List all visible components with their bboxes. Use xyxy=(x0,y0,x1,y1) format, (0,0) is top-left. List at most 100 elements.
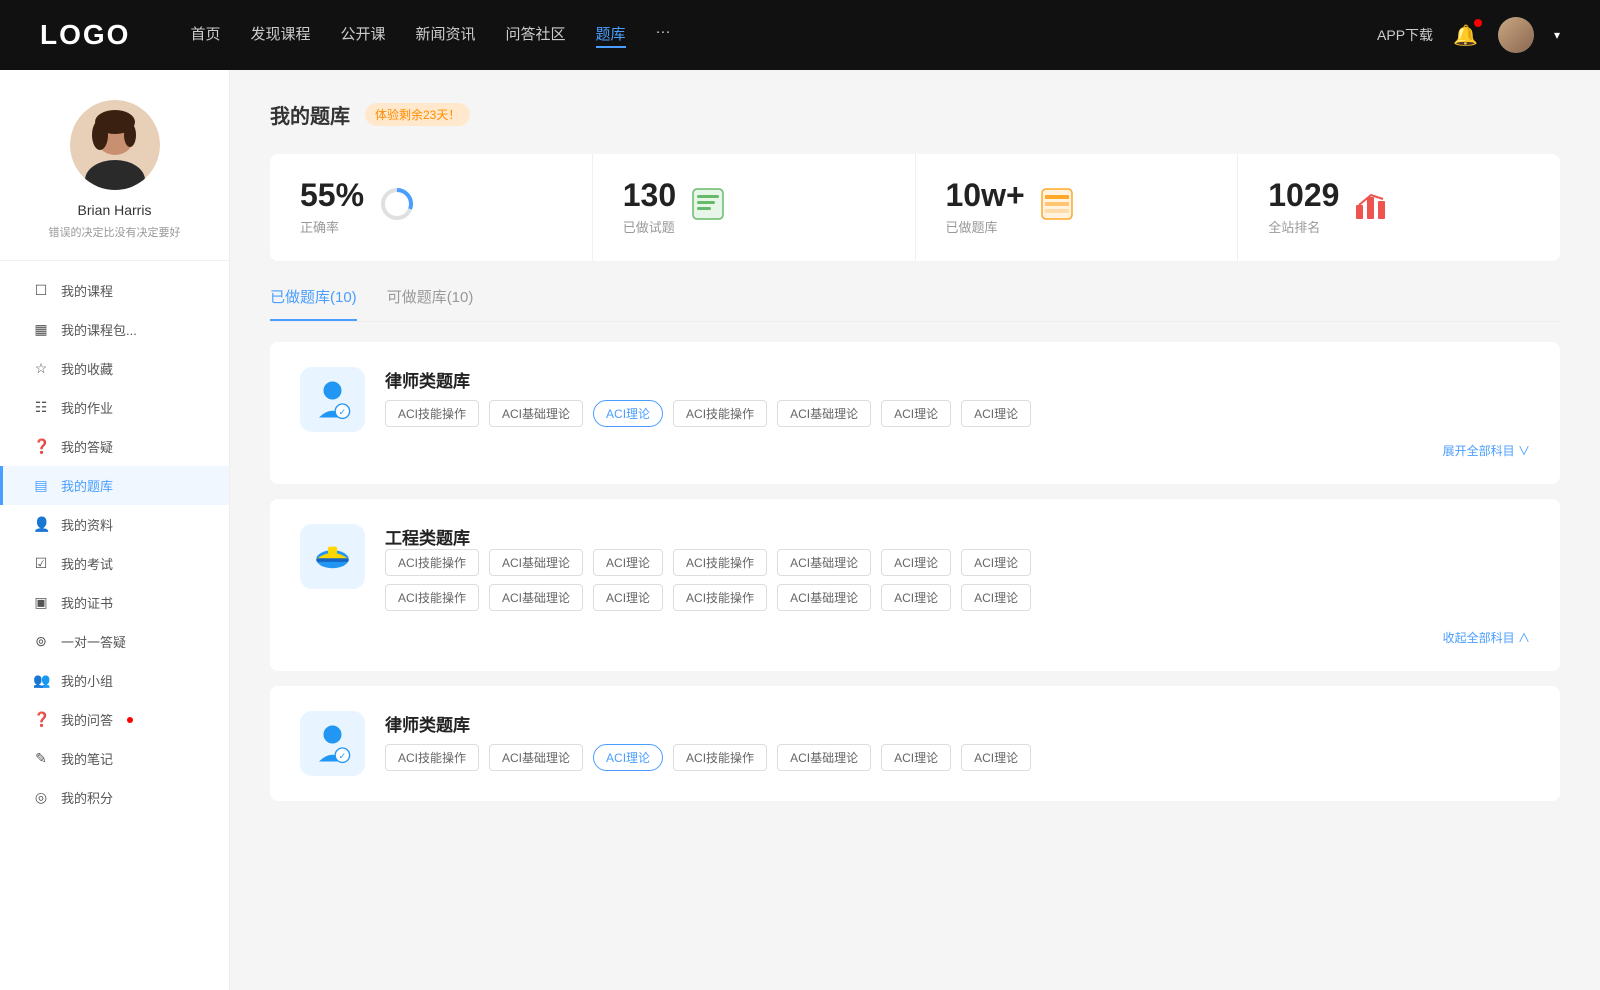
tag-1-11[interactable]: ACI基础理论 xyxy=(777,584,871,611)
main-content: 我的题库 体验剩余23天！ 55% 正确率 130 xyxy=(230,70,1600,990)
tag-1-9[interactable]: ACI理论 xyxy=(593,584,663,611)
profile-section: Brian Harris 错误的决定比没有决定要好 xyxy=(0,100,229,261)
stat-accuracy-value: 55% xyxy=(300,179,364,211)
tag-1-6[interactable]: ACI理论 xyxy=(961,549,1031,576)
nav-discover[interactable]: 发现课程 xyxy=(250,23,310,48)
sidebar-label-notes: 我的笔记 xyxy=(61,749,113,768)
accuracy-chart-icon xyxy=(379,186,415,229)
stat-site-rank: 1029 全站排名 xyxy=(1238,154,1560,261)
tag-1-1[interactable]: ACI基础理论 xyxy=(489,549,583,576)
expand-link-0[interactable]: 展开全部科目 ∨ xyxy=(1443,442,1530,459)
tag-1-5[interactable]: ACI理论 xyxy=(881,549,951,576)
svg-text:✓: ✓ xyxy=(339,751,347,761)
tag-2-6[interactable]: ACI理论 xyxy=(961,744,1031,771)
tag-1-12[interactable]: ACI理论 xyxy=(881,584,951,611)
tag-0-6[interactable]: ACI理论 xyxy=(961,400,1031,427)
nav-qa[interactable]: 问答社区 xyxy=(506,23,566,48)
sidebar-item-questionbank[interactable]: ▤ 我的题库 xyxy=(0,466,229,505)
stat-done-questions-value: 130 xyxy=(623,179,676,211)
tab-done-banks[interactable]: 已做题库(10) xyxy=(270,286,357,321)
sidebar-item-points[interactable]: ◎ 我的积分 xyxy=(0,778,229,817)
user-menu-chevron[interactable]: ▾ xyxy=(1554,28,1560,42)
sidebar-item-notes[interactable]: ✎ 我的笔记 xyxy=(0,739,229,778)
user-name: Brian Harris xyxy=(20,202,209,218)
stat-accuracy-label: 正确率 xyxy=(300,217,364,236)
sidebar-label-my-qa: 我的问答 xyxy=(61,710,113,729)
sidebar-item-homework[interactable]: ☷ 我的作业 xyxy=(0,388,229,427)
bank-footer-0: 展开全部科目 ∨ xyxy=(300,442,1530,459)
tag-2-3[interactable]: ACI技能操作 xyxy=(673,744,767,771)
navbar-right: APP下载 🔔 ▾ xyxy=(1377,17,1560,53)
bank-tags-2: ACI技能操作 ACI基础理论 ACI理论 ACI技能操作 ACI基础理论 AC… xyxy=(385,744,1530,771)
nav-more[interactable]: ··· xyxy=(656,23,671,48)
tag-0-2[interactable]: ACI理论 xyxy=(593,400,663,427)
bank-tags-row1-1: ACI技能操作 ACI基础理论 ACI理论 ACI技能操作 ACI基础理论 AC… xyxy=(385,549,1530,576)
stat-site-rank-value: 1029 xyxy=(1268,179,1339,211)
profile-icon: 👤 xyxy=(33,516,49,533)
notification-badge xyxy=(1474,19,1482,27)
tab-available-banks[interactable]: 可做题库(10) xyxy=(387,286,474,321)
homework-icon: ☷ xyxy=(33,399,49,416)
sidebar-item-group[interactable]: 👥 我的小组 xyxy=(0,661,229,700)
tag-2-0[interactable]: ACI技能操作 xyxy=(385,744,479,771)
rank-icon xyxy=(1354,187,1388,228)
bank-card-1: 工程类题库 ACI技能操作 ACI基础理论 ACI理论 ACI技能操作 ACI基… xyxy=(270,499,1560,671)
tag-0-3[interactable]: ACI技能操作 xyxy=(673,400,767,427)
sidebar-label-private-qa: 一对一答疑 xyxy=(61,632,126,651)
app-download-button[interactable]: APP下载 xyxy=(1377,25,1433,45)
tag-2-4[interactable]: ACI基础理论 xyxy=(777,744,871,771)
sidebar-label-qa: 我的答疑 xyxy=(61,437,113,456)
bank-card-0: ✓ 律师类题库 ACI技能操作 ACI基础理论 ACI理论 ACI技能操作 AC… xyxy=(270,342,1560,484)
tag-0-4[interactable]: ACI基础理论 xyxy=(777,400,871,427)
nav-home[interactable]: 首页 xyxy=(190,23,220,48)
sidebar-item-private-qa[interactable]: ⊚ 一对一答疑 xyxy=(0,622,229,661)
sidebar-item-exam[interactable]: ☑ 我的考试 xyxy=(0,544,229,583)
sidebar-item-favorites[interactable]: ☆ 我的收藏 xyxy=(0,349,229,388)
tag-0-5[interactable]: ACI理论 xyxy=(881,400,951,427)
stat-site-rank-label: 全站排名 xyxy=(1268,217,1339,236)
bank-icon-engineer xyxy=(300,524,365,589)
bank-tags-0: ACI技能操作 ACI基础理论 ACI理论 ACI技能操作 ACI基础理论 AC… xyxy=(385,400,1530,427)
tag-1-3[interactable]: ACI技能操作 xyxy=(673,549,767,576)
tag-1-8[interactable]: ACI基础理论 xyxy=(489,584,583,611)
nav-questionbank[interactable]: 题库 xyxy=(596,23,626,48)
sidebar-item-my-qa[interactable]: ❓ 我的问答 xyxy=(0,700,229,739)
collapse-link-1[interactable]: 收起全部科目 ∧ xyxy=(1443,629,1530,646)
bank-footer-1: 收起全部科目 ∧ xyxy=(300,629,1530,646)
stat-done-banks: 10w+ 已做题库 xyxy=(916,154,1239,261)
stat-done-questions-label: 已做试题 xyxy=(623,217,676,236)
tag-1-2[interactable]: ACI理论 xyxy=(593,549,663,576)
sidebar-item-certificate[interactable]: ▣ 我的证书 xyxy=(0,583,229,622)
user-avatar-nav[interactable] xyxy=(1498,17,1534,53)
tag-1-7[interactable]: ACI技能操作 xyxy=(385,584,479,611)
trial-badge: 体验剩余23天！ xyxy=(365,103,470,126)
questionbank-icon: ▤ xyxy=(33,477,49,494)
tag-0-1[interactable]: ACI基础理论 xyxy=(489,400,583,427)
banks-icon xyxy=(1040,187,1074,228)
notification-bell[interactable]: 🔔 xyxy=(1453,23,1478,48)
sidebar-label-favorites: 我的收藏 xyxy=(61,359,113,378)
tag-1-4[interactable]: ACI基础理论 xyxy=(777,549,871,576)
tag-2-5[interactable]: ACI理论 xyxy=(881,744,951,771)
tag-2-2[interactable]: ACI理论 xyxy=(593,744,663,771)
tag-1-0[interactable]: ACI技能操作 xyxy=(385,549,479,576)
sidebar-item-course[interactable]: ☐ 我的课程 xyxy=(0,271,229,310)
nav-opencourse[interactable]: 公开课 xyxy=(340,23,385,48)
notes-icon: ✎ xyxy=(33,750,49,767)
tag-1-13[interactable]: ACI理论 xyxy=(961,584,1031,611)
sidebar-item-profile[interactable]: 👤 我的资料 xyxy=(0,505,229,544)
nav-news[interactable]: 新闻资讯 xyxy=(416,23,476,48)
user-avatar xyxy=(70,100,160,190)
page-title: 我的题库 xyxy=(270,100,350,129)
tag-2-1[interactable]: ACI基础理论 xyxy=(489,744,583,771)
stat-done-banks-label: 已做题库 xyxy=(946,217,1025,236)
sidebar-label-homework: 我的作业 xyxy=(61,398,113,417)
avatar-svg xyxy=(70,100,160,190)
tag-0-0[interactable]: ACI技能操作 xyxy=(385,400,479,427)
sidebar-item-coursepack[interactable]: ▦ 我的课程包... xyxy=(0,310,229,349)
bank-name-2: 律师类题库 xyxy=(385,711,1530,736)
questions-icon xyxy=(691,187,725,228)
logo[interactable]: LOGO xyxy=(40,19,130,51)
tag-1-10[interactable]: ACI技能操作 xyxy=(673,584,767,611)
sidebar-item-qa[interactable]: ❓ 我的答疑 xyxy=(0,427,229,466)
